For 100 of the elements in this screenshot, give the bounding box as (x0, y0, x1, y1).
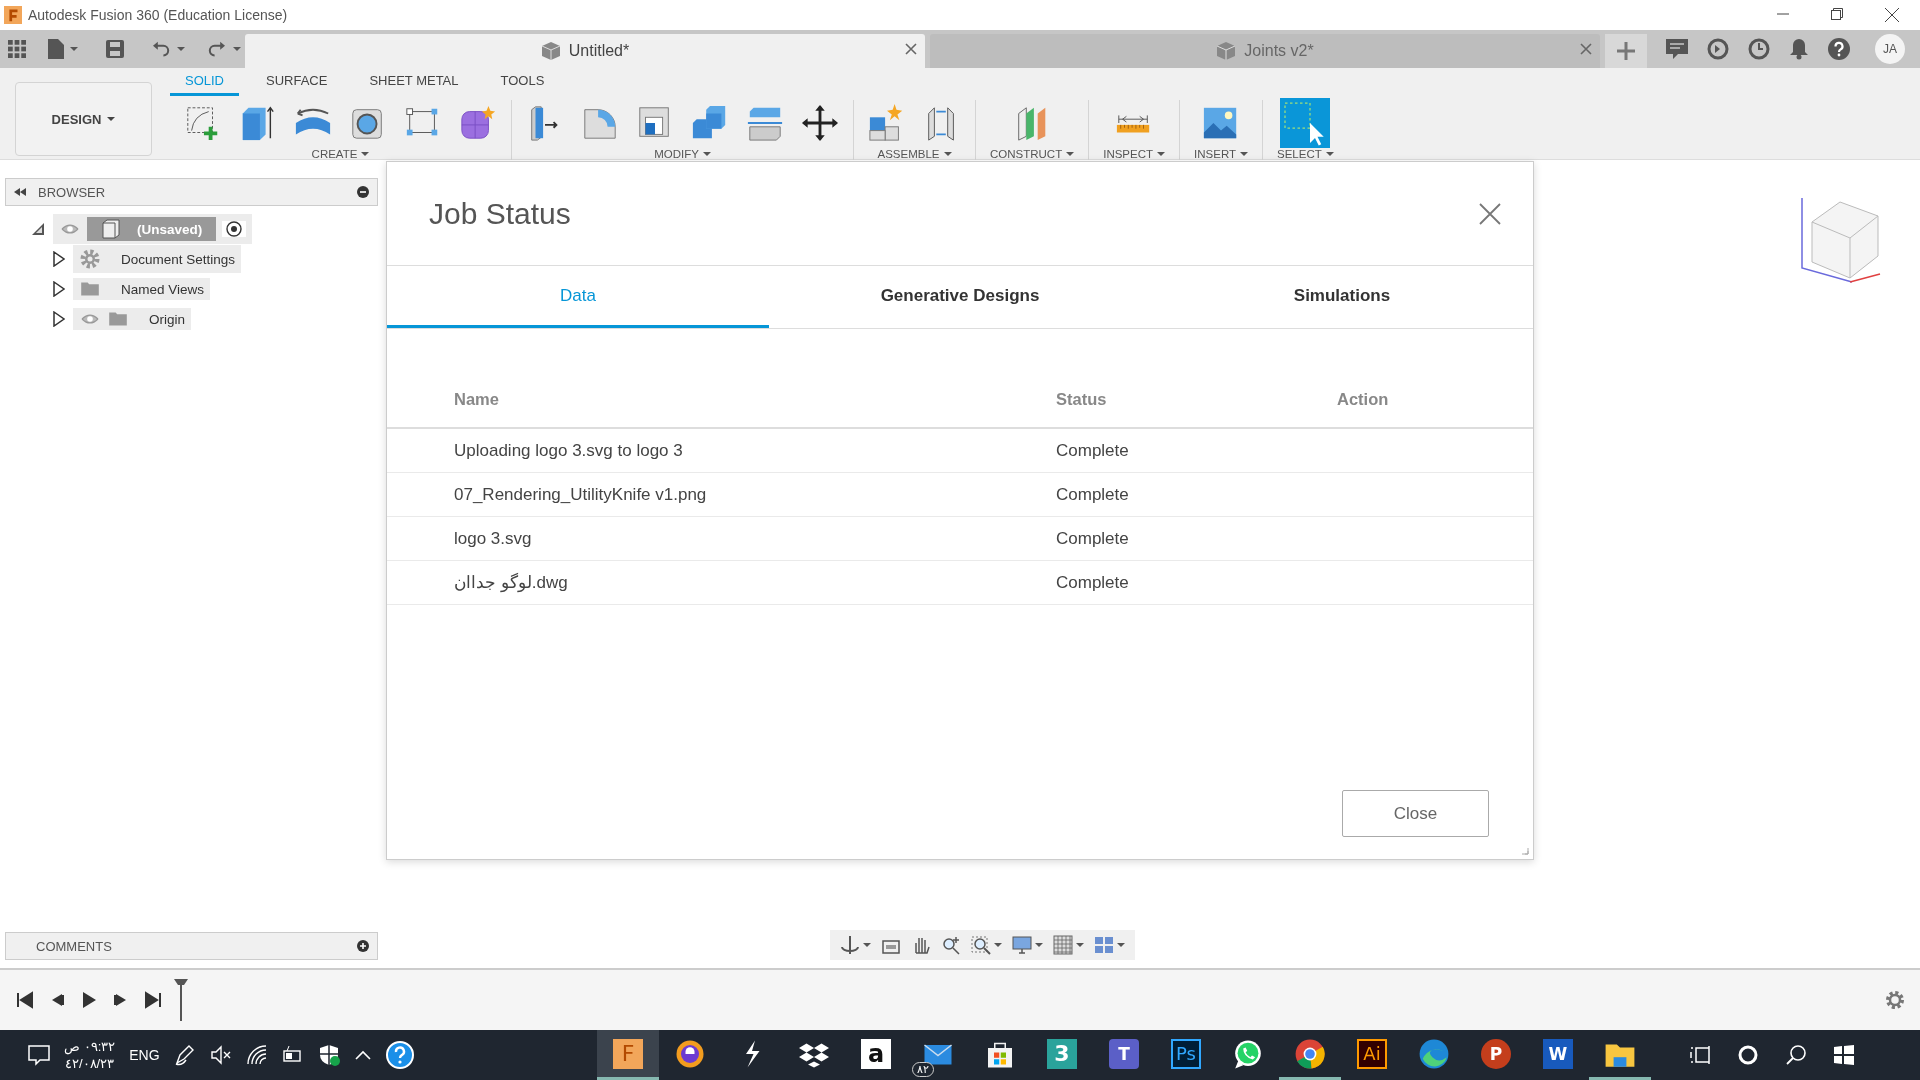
windows-logo-icon (1833, 1044, 1855, 1066)
taskbar-app-button[interactable]: a (845, 1030, 907, 1080)
eye-icon (59, 221, 81, 237)
plus-circle-icon (357, 940, 369, 952)
fit-button[interactable] (971, 935, 1002, 955)
orbit-icon (840, 935, 860, 955)
orbit-button[interactable] (840, 935, 871, 955)
cube-star-icon (459, 104, 497, 142)
monitor-icon (1012, 935, 1032, 955)
column-header: Action (1337, 389, 1389, 408)
toolbar-group-menu[interactable]: INSERT (1194, 148, 1248, 160)
panel-title: COMMENTS (35, 938, 112, 954)
app-logo-icon: Ai (1357, 1038, 1387, 1069)
skip-start-icon (16, 991, 34, 1009)
clock-date: ٤٢/٠٨/٢٣ (65, 1055, 115, 1072)
toolbar-group-menu[interactable]: CREATE (311, 148, 370, 160)
expanded-triangle-icon (31, 222, 45, 236)
skip-end-button[interactable] (142, 989, 164, 1011)
toolbar-group-menu[interactable]: ASSEMBLE (877, 148, 952, 160)
search-icon (1785, 1044, 1807, 1066)
component-name: (Unsaved) (137, 221, 203, 237)
viewports-button[interactable] (1094, 935, 1125, 955)
toolbar-group-menu[interactable]: MODIFY (654, 148, 711, 160)
folder-icon (107, 311, 129, 327)
skip-start-button[interactable] (14, 989, 36, 1011)
toolbar-group-menu[interactable]: SELECT (1277, 148, 1334, 160)
help-icon (1828, 38, 1850, 60)
toolbar-tab[interactable]: SURFACE (251, 69, 343, 96)
apps-grid-icon (8, 40, 26, 58)
notification-icon (28, 1044, 50, 1066)
clock-time: ٠٩:٣٢ ص (64, 1038, 116, 1055)
folder-icon (79, 281, 101, 297)
app-logo-icon (4, 6, 22, 24)
tree-item[interactable]: Named Views (73, 278, 211, 300)
toolbar-group-menu[interactable]: CONSTRUCT (990, 148, 1075, 160)
grid-icon (1053, 935, 1073, 955)
wifi-icon (245, 1044, 268, 1066)
job-name: لوگو جداان.dwg (454, 573, 568, 592)
caret-icon[interactable] (233, 47, 241, 51)
caret-icon[interactable] (177, 47, 186, 51)
bell-icon (1789, 38, 1809, 60)
tree-item[interactable]: Origin (73, 308, 191, 330)
circle-icon (1737, 1044, 1759, 1066)
user-avatar[interactable]: JA (1875, 34, 1905, 64)
grid-button[interactable] (1053, 935, 1084, 955)
zoom-button[interactable] (941, 935, 961, 955)
close-icon (1580, 43, 1592, 55)
dialog-tab[interactable]: Generative Designs (769, 266, 1151, 328)
task-view-button[interactable] (1689, 1044, 1711, 1066)
job-name: logo 3.svg (454, 528, 532, 548)
timeline-marker-icon (174, 979, 188, 1021)
start-button[interactable] (1833, 1044, 1855, 1066)
workspace-dropdown[interactable]: DESIGN (15, 82, 152, 156)
close-icon (905, 43, 917, 55)
play-icon (80, 991, 98, 1009)
close-icon (1885, 8, 1899, 22)
taskbar-app-button[interactable]: Ps (1155, 1030, 1217, 1080)
restore-icon (1831, 8, 1843, 20)
browser-circle-icon (1294, 1037, 1326, 1070)
cube-icon (1216, 41, 1237, 61)
app-logo-icon: W (1543, 1038, 1573, 1069)
job-status: Complete (1056, 440, 1129, 460)
document-tab[interactable]: Untitled* (245, 34, 925, 68)
gear-icon (79, 248, 101, 270)
eye-icon (79, 311, 101, 327)
close-icon (1479, 202, 1501, 225)
display-settings-button[interactable] (1012, 935, 1043, 955)
language-indicator[interactable]: ENG (129, 1047, 160, 1063)
magnifier-icon (941, 935, 961, 955)
dialog-tab[interactable]: Simulations (1151, 266, 1533, 328)
settings-icon (1884, 989, 1906, 1011)
undo-icon (151, 41, 172, 57)
taskbar-app-button[interactable]: T (1093, 1030, 1155, 1080)
job-status: Complete (1056, 572, 1129, 592)
taskbar-app-button[interactable]: W (1527, 1030, 1589, 1080)
taskbar-app-button[interactable]: P (1465, 1030, 1527, 1080)
new-tab-button[interactable] (1605, 34, 1647, 68)
collapse-icon (14, 188, 26, 196)
collapsed-triangle-icon (53, 311, 65, 327)
taskbar-app-button[interactable]: ٨٢ (907, 1030, 969, 1080)
box-icon (101, 219, 121, 239)
search-button[interactable] (1785, 1044, 1807, 1066)
close-button[interactable]: Close (1342, 790, 1489, 837)
tree-item[interactable]: Document Settings (73, 245, 242, 273)
tab-title: Untitled* (568, 42, 630, 60)
toolbar-tab[interactable]: TOOLS (485, 69, 560, 96)
cube-icon (540, 41, 561, 61)
redo-icon (207, 41, 227, 57)
wave-circle-icon (1418, 1037, 1450, 1070)
toolbar-group-menu[interactable]: INSPECT (1103, 148, 1166, 160)
column-header: Status (1056, 389, 1107, 408)
taskbar-app-button[interactable]: Ai (1341, 1030, 1403, 1080)
tool-button[interactable] (801, 104, 839, 142)
radio-target-icon (226, 221, 243, 237)
magnifier-icon (971, 935, 991, 955)
help-icon (385, 1041, 414, 1069)
caret-icon[interactable] (69, 47, 78, 51)
job-status: Complete (1056, 484, 1129, 504)
cortana-button[interactable] (1737, 1044, 1759, 1066)
toolbar-tab[interactable]: SHEET METAL (354, 69, 474, 96)
